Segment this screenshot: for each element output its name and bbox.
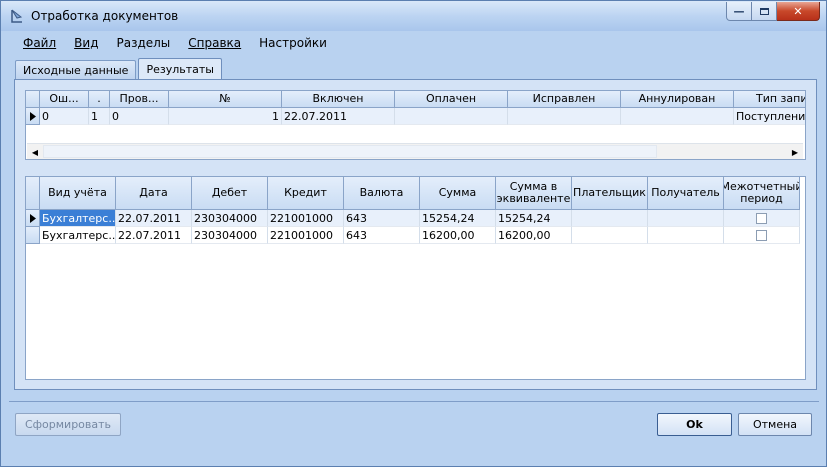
main-window: Отработка документов — ✕ Файл Вид Раздел… [0, 0, 827, 467]
col-header[interactable]: Аннулирован [621, 91, 734, 108]
close-icon: ✕ [793, 4, 803, 18]
minimize-button[interactable]: — [726, 2, 752, 21]
menu-view[interactable]: Вид [62, 32, 104, 54]
cell[interactable]: 1 [89, 108, 110, 125]
cell[interactable]: 16200,00 [496, 227, 572, 244]
col-header[interactable]: Ош... [40, 91, 89, 108]
results-panel: Ош... . Пров... № Включен Оплачен Исправ… [14, 79, 817, 390]
cell [724, 227, 800, 244]
col-header[interactable]: Плательщик [572, 177, 648, 210]
app-icon [11, 9, 23, 23]
cell[interactable] [508, 108, 621, 125]
row-indicator-header [26, 177, 40, 210]
cancel-button[interactable]: Отмена [738, 413, 812, 436]
menu-bar: Файл Вид Разделы Справка Настройки [11, 32, 333, 54]
cell[interactable]: 16200,00 [420, 227, 496, 244]
maximize-icon [759, 7, 769, 15]
col-header[interactable]: Вид учёта [40, 177, 116, 210]
cell[interactable]: 15254,24 [420, 210, 496, 227]
menu-sections[interactable]: Разделы [104, 32, 176, 54]
col-header[interactable]: Дебет [192, 177, 268, 210]
window-title: Отработка документов [31, 9, 179, 23]
tab-results[interactable]: Результаты [138, 58, 222, 79]
cell[interactable]: 22.07.2011 [116, 210, 192, 227]
horizontal-scrollbar[interactable]: ◀ ▶ [27, 143, 803, 159]
cell[interactable]: Бухгалтерс... [40, 210, 116, 227]
scroll-left-button[interactable]: ◀ [27, 144, 43, 159]
menu-file[interactable]: Файл [11, 32, 62, 54]
col-header[interactable]: Сумма в эквиваленте [496, 177, 572, 210]
col-header[interactable]: Дата [116, 177, 192, 210]
cell[interactable] [648, 227, 724, 244]
col-header[interactable]: . [89, 91, 110, 108]
cell[interactable] [395, 108, 508, 125]
cell[interactable]: 0 [110, 108, 169, 125]
col-header[interactable]: Получатель [648, 177, 724, 210]
col-header[interactable]: Исправлен [508, 91, 621, 108]
minimize-icon: — [733, 4, 745, 18]
scroll-left-icon: ◀ [31, 147, 39, 157]
scroll-right-button[interactable]: ▶ [787, 144, 803, 159]
current-row-arrow-icon [29, 213, 36, 223]
col-header[interactable]: № [169, 91, 282, 108]
cell[interactable] [572, 227, 648, 244]
cell[interactable]: 221001000 [268, 227, 344, 244]
cell[interactable]: 22.07.2011 [282, 108, 395, 125]
cell[interactable]: 643 [344, 210, 420, 227]
table-row[interactable]: 0 1 0 1 22.07.2011 Поступление [26, 108, 805, 125]
col-header[interactable]: Кредит [268, 177, 344, 210]
col-header[interactable]: Валюта [344, 177, 420, 210]
col-header[interactable]: Межотчетный период [724, 177, 800, 210]
row-indicator [26, 108, 40, 125]
cell[interactable]: 1 [169, 108, 282, 125]
maximize-button[interactable] [752, 2, 777, 21]
cell[interactable]: 230304000 [192, 227, 268, 244]
cell[interactable] [621, 108, 734, 125]
scroll-right-icon: ▶ [791, 147, 799, 157]
interperiod-checkbox[interactable] [756, 213, 767, 224]
cell [724, 210, 800, 227]
col-header[interactable]: Сумма [420, 177, 496, 210]
close-button[interactable]: ✕ [777, 2, 820, 21]
cell[interactable]: 643 [344, 227, 420, 244]
window-controls: — ✕ [726, 2, 820, 22]
cell[interactable]: 230304000 [192, 210, 268, 227]
footer-separator [9, 401, 819, 402]
postings-grid[interactable]: Вид учёта Дата Дебет Кредит Валюта Сумма… [25, 176, 806, 380]
generate-button[interactable]: Сформировать [15, 413, 121, 436]
row-indicator [26, 227, 40, 244]
col-header[interactable]: Оплачен [395, 91, 508, 108]
cell[interactable] [572, 210, 648, 227]
tab-strip: Исходные данные Результаты [15, 58, 224, 80]
table-row[interactable]: Бухгалтерс... 22.07.2011 230304000 22100… [26, 210, 800, 227]
row-indicator [26, 210, 40, 227]
tab-source-data[interactable]: Исходные данные [15, 60, 137, 79]
cell[interactable]: Поступление [734, 108, 805, 125]
cell[interactable] [648, 210, 724, 227]
col-header[interactable]: Тип запи [734, 91, 805, 108]
interperiod-checkbox[interactable] [756, 230, 767, 241]
menu-settings[interactable]: Настройки [247, 32, 333, 54]
ok-button[interactable]: Ok [657, 413, 732, 436]
cell[interactable]: 22.07.2011 [116, 227, 192, 244]
menu-help[interactable]: Справка [176, 32, 247, 54]
table-row[interactable]: Бухгалтерс... 22.07.2011 230304000 22100… [26, 227, 800, 244]
postings-grid-header: Вид учёта Дата Дебет Кредит Валюта Сумма… [26, 177, 800, 210]
documents-grid[interactable]: Ош... . Пров... № Включен Оплачен Исправ… [25, 90, 806, 160]
row-indicator-header [26, 91, 40, 108]
current-row-arrow-icon [29, 111, 36, 121]
title-bar[interactable]: Отработка документов — ✕ [1, 1, 826, 31]
cell[interactable]: 0 [40, 108, 89, 125]
documents-grid-header: Ош... . Пров... № Включен Оплачен Исправ… [26, 91, 805, 108]
col-header[interactable]: Включен [282, 91, 395, 108]
scrollbar-thumb[interactable] [43, 145, 657, 158]
cell[interactable]: 221001000 [268, 210, 344, 227]
cell[interactable]: Бухгалтерс... [40, 227, 116, 244]
cell[interactable]: 15254,24 [496, 210, 572, 227]
col-header[interactable]: Пров... [110, 91, 169, 108]
